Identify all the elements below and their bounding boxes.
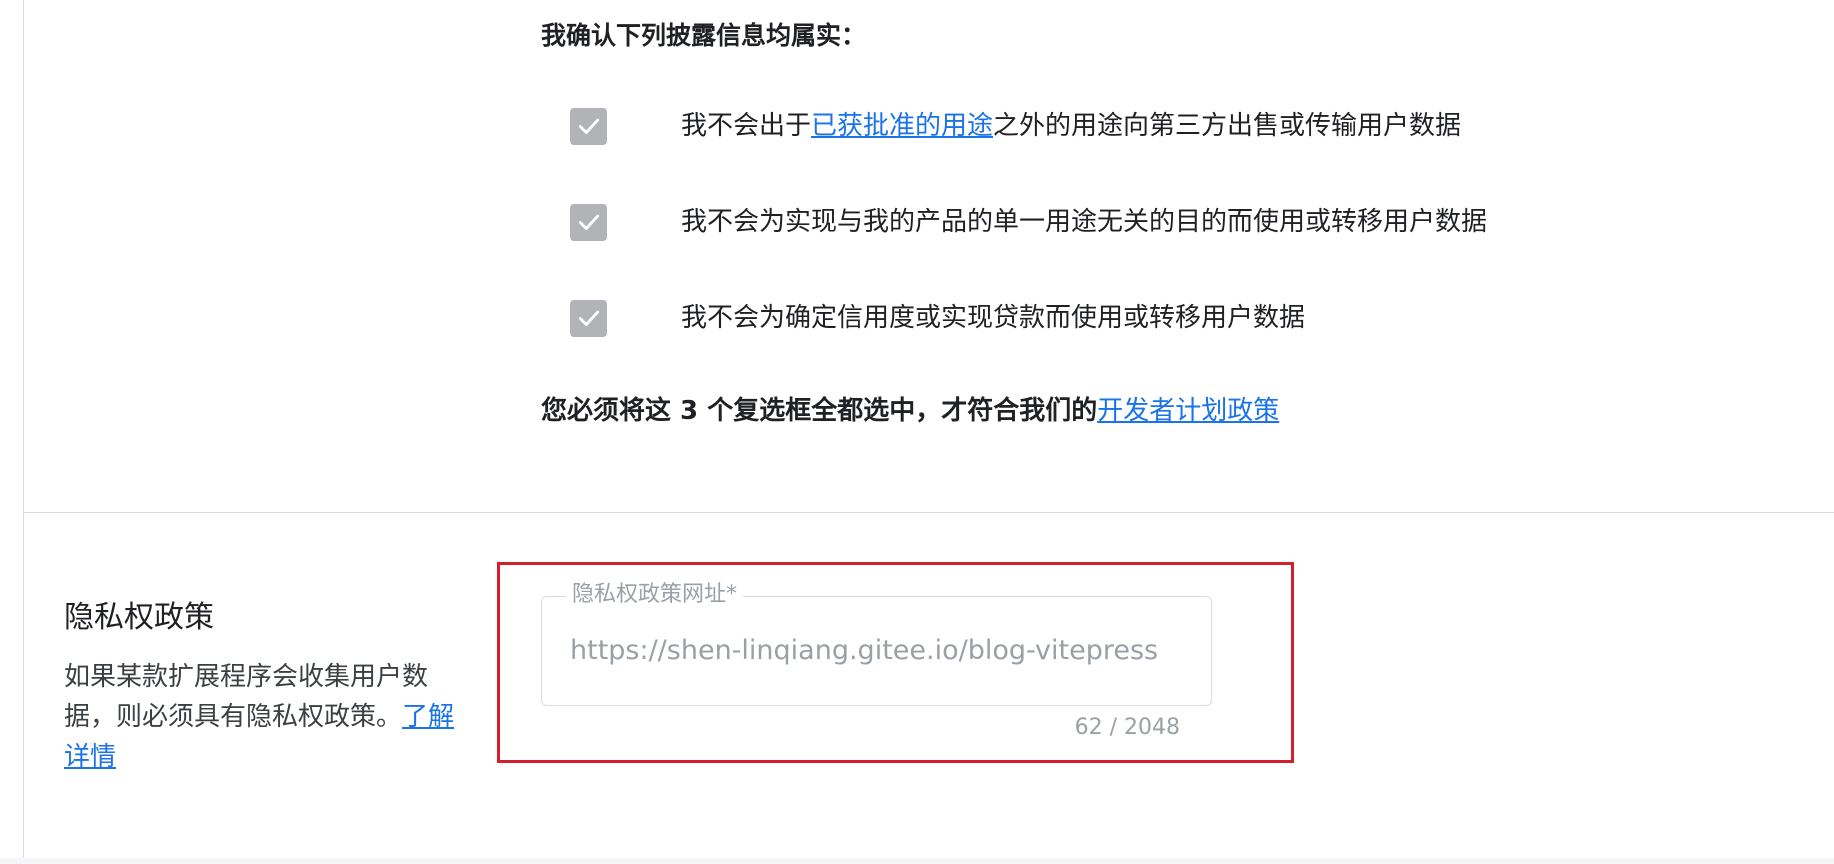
certification-item-3: 我不会为确定信用度或实现贷款而使用或转移用户数据 (570, 298, 1570, 338)
certification-text-1-after: 之外的用途向第三方出售或传输用户数据 (993, 111, 1462, 141)
privacy-policy-url-label: 隐私权政策网址* (566, 580, 744, 610)
checkmark-icon (578, 118, 599, 134)
privacy-policy-description: 如果某款扩展程序会收集用户数据，则必须具有隐私权政策。了解详情 (64, 657, 474, 777)
section-divider (23, 512, 1834, 513)
left-border (23, 0, 24, 860)
certification-text-1-before: 我不会出于 (681, 111, 812, 141)
page: 我确认下列披露信息均属实： 我不会出于已获批准的用途之外的用途向第三方出售或传输… (0, 0, 1834, 864)
certification-checkbox-2[interactable] (570, 203, 607, 241)
certification-heading: 我确认下列披露信息均属实： (541, 21, 867, 50)
privacy-policy-title: 隐私权政策 (64, 600, 214, 635)
bottom-strip (0, 858, 1834, 864)
certification-checkbox-3[interactable] (570, 299, 607, 337)
developer-program-policy-link[interactable]: 开发者计划政策 (1097, 396, 1279, 426)
requirement-text: 您必须将这 3 个复选框全都选中，才符合我们的 (541, 396, 1098, 426)
requirement-note: 您必须将这 3 个复选框全都选中，才符合我们的开发者计划政策 (541, 393, 1279, 429)
character-counter: 62 / 2048 (1074, 715, 1180, 740)
certification-text-3: 我不会为确定信用度或实现贷款而使用或转移用户数据 (681, 303, 1306, 333)
certification-checkbox-1[interactable] (570, 107, 607, 145)
privacy-policy-description-text: 如果某款扩展程序会收集用户数据，则必须具有隐私权政策。 (64, 662, 429, 732)
checkmark-icon (578, 310, 599, 326)
certification-text-1: 我不会出于已获批准的用途之外的用途向第三方出售或传输用户数据 (681, 108, 1461, 144)
certification-item-1: 我不会出于已获批准的用途之外的用途向第三方出售或传输用户数据 (570, 106, 1570, 146)
certification-text-2: 我不会为实现与我的产品的单一用途无关的目的而使用或转移用户数据 (681, 207, 1488, 237)
privacy-policy-url-input[interactable] (570, 628, 1182, 674)
approved-use-link[interactable]: 已获批准的用途 (811, 111, 993, 141)
checkmark-icon (578, 214, 599, 230)
certification-item-2: 我不会为实现与我的产品的单一用途无关的目的而使用或转移用户数据 (570, 202, 1570, 242)
